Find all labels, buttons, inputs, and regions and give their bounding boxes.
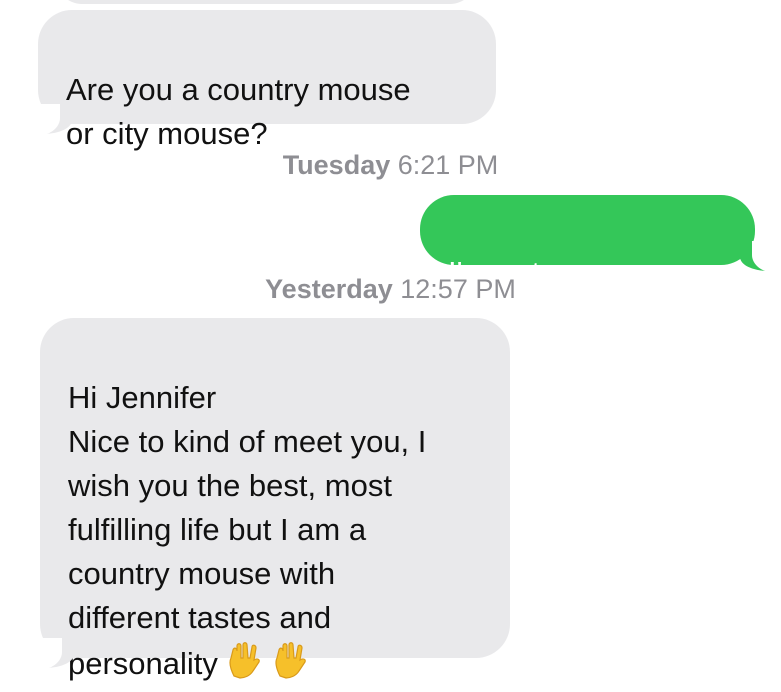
message-text: Hi Jennifer Nice to kind of meet you, I … (68, 380, 427, 681)
received-message-bubble[interactable]: Hi Jennifer Nice to kind of meet you, I … (40, 318, 510, 681)
timestamp: Tuesday 6:21 PM (0, 150, 781, 181)
timestamp-day: Yesterday (265, 274, 393, 304)
received-message-bubble[interactable]: Are you a country mouse or city mouse? (38, 10, 496, 151)
timestamp-time: 6:21 PM (397, 150, 499, 180)
timestamp-time: 12:57 PM (400, 274, 516, 304)
vulcan-salute-icon (270, 640, 310, 692)
timestamp-day: Tuesday (282, 150, 391, 180)
message-text: Are you a country mouse or city mouse? (66, 72, 411, 151)
sent-bubble-tail (740, 241, 781, 273)
timestamp: Yesterday 12:57 PM (0, 274, 781, 305)
vulcan-salute-icon (224, 640, 264, 692)
sent-message-bubble[interactable]: I'm not a mouse... (420, 195, 755, 290)
message-thread: Are you a country mouse or city mouse? T… (0, 0, 781, 681)
previous-message-bubble[interactable] (56, 0, 476, 4)
